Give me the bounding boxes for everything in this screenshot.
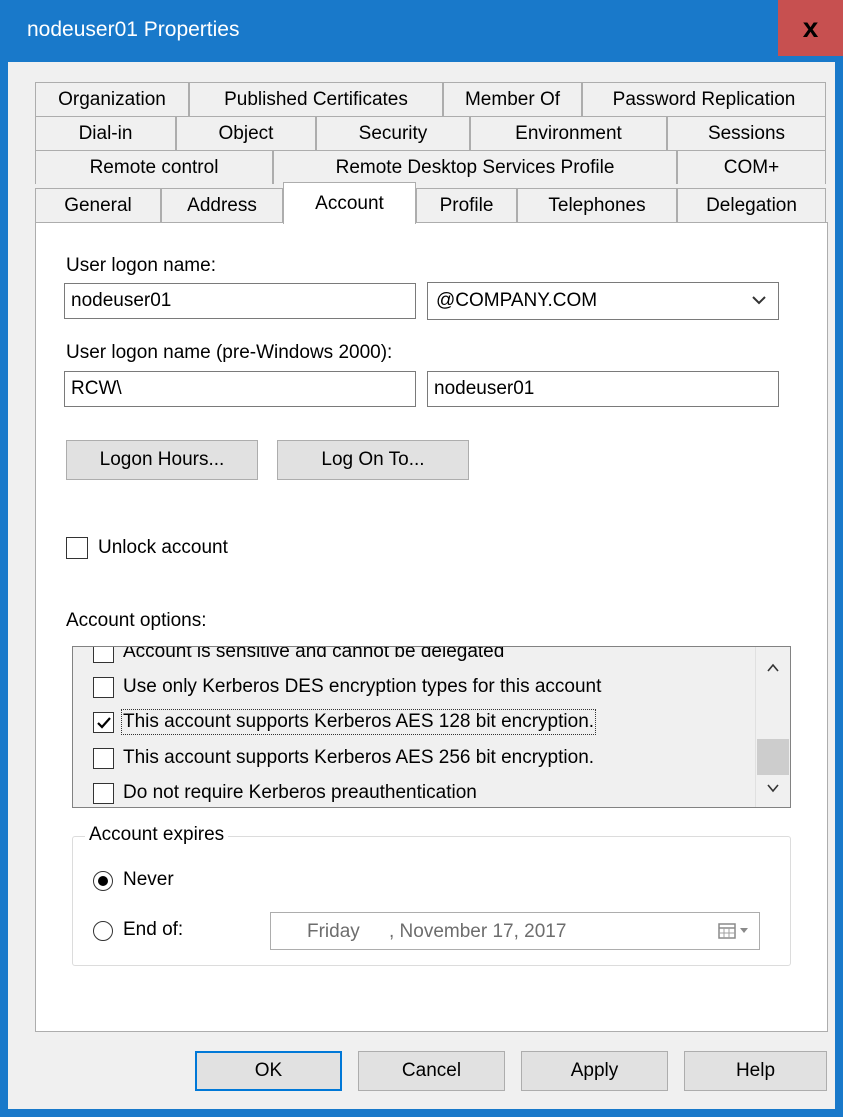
log-on-to-button[interactable]: Log On To... [277, 440, 469, 480]
account-options-label: Account options: [66, 610, 207, 631]
expiry-day: Friday [307, 921, 360, 942]
tab-account[interactable]: Account [283, 182, 416, 224]
account-option-label: This account supports Kerberos AES 128 b… [120, 709, 597, 735]
account-option-label: Use only Kerberos DES encryption types f… [123, 676, 602, 697]
never-label: Never [123, 869, 174, 890]
scrollbar-thumb[interactable] [757, 739, 789, 775]
account-option-label: This account supports Kerberos AES 256 b… [123, 747, 595, 768]
account-option-checkbox[interactable] [93, 647, 114, 663]
scroll-down-button[interactable] [756, 771, 790, 805]
chevron-down-icon [752, 296, 766, 305]
title-bar: nodeuser01 Properties x [0, 0, 843, 62]
tab-member-of[interactable]: Member Of [443, 82, 582, 116]
tab-telephones[interactable]: Telephones [517, 188, 677, 222]
upn-suffix-value: @COMPANY.COM [436, 290, 598, 311]
radio-selected-dot [98, 876, 108, 886]
tab-security[interactable]: Security [316, 116, 470, 150]
tab-address[interactable]: Address [161, 188, 283, 222]
close-icon: x [802, 12, 819, 43]
account-option-row[interactable]: Use only Kerberos DES encryption types f… [73, 672, 743, 704]
logon-name-label: User logon name: [66, 255, 216, 276]
dialog-client: Organization Published Certificates Memb… [8, 62, 835, 1109]
upn-suffix-dropdown[interactable]: @COMPANY.COM [427, 282, 779, 320]
help-button[interactable]: Help [684, 1051, 827, 1091]
unlock-account-checkbox[interactable] [66, 537, 88, 559]
chevron-up-icon [767, 663, 779, 672]
expiry-date-picker[interactable]: Friday , November 17, 2017 [270, 912, 760, 950]
tab-organization[interactable]: Organization [35, 82, 189, 116]
tab-environment[interactable]: Environment [470, 116, 667, 150]
logon-name-input[interactable] [64, 283, 416, 319]
tab-remote-desktop-services-profile[interactable]: Remote Desktop Services Profile [273, 150, 677, 184]
window-title: nodeuser01 Properties [27, 18, 240, 41]
account-option-row[interactable]: Do not require Kerberos preauthenticatio… [73, 778, 743, 807]
tab-password-replication[interactable]: Password Replication [582, 82, 826, 116]
close-button[interactable]: x [778, 0, 843, 56]
account-option-checkbox[interactable] [93, 783, 114, 804]
tab-profile[interactable]: Profile [416, 188, 517, 222]
account-option-row[interactable]: Account is sensitive and cannot be deleg… [73, 646, 743, 669]
chevron-down-icon [767, 784, 779, 793]
account-option-row[interactable]: This account supports Kerberos AES 128 b… [73, 707, 743, 739]
account-option-checkbox[interactable] [93, 748, 114, 769]
account-option-checkbox[interactable] [93, 712, 114, 733]
scroll-up-button[interactable] [756, 651, 790, 685]
account-options-list[interactable]: Account is sensitive and cannot be deleg… [72, 646, 791, 808]
tab-com-plus[interactable]: COM+ [677, 150, 826, 184]
tab-delegation[interactable]: Delegation [677, 188, 826, 222]
checkmark-icon [96, 716, 111, 729]
tab-object[interactable]: Object [176, 116, 316, 150]
logon-hours-button[interactable]: Logon Hours... [66, 440, 258, 480]
account-tab-panel: User logon name: @COMPANY.COM User logon… [35, 222, 828, 1032]
end-of-radio[interactable] [93, 921, 113, 941]
cancel-button[interactable]: Cancel [358, 1051, 505, 1091]
account-option-label: Do not require Kerberos preauthenticatio… [123, 782, 477, 803]
pre2000-label: User logon name (pre-Windows 2000): [66, 342, 393, 363]
apply-button[interactable]: Apply [521, 1051, 668, 1091]
account-option-checkbox[interactable] [93, 677, 114, 698]
tab-published-certificates[interactable]: Published Certificates [189, 82, 443, 116]
options-scrollbar[interactable] [755, 647, 790, 807]
tab-general[interactable]: General [35, 188, 161, 222]
account-option-row[interactable]: This account supports Kerberos AES 256 b… [73, 743, 743, 775]
pre2000-user-input[interactable] [427, 371, 779, 407]
account-option-label: Account is sensitive and cannot be deleg… [123, 646, 505, 662]
ok-button[interactable]: OK [195, 1051, 342, 1091]
unlock-account-label: Unlock account [98, 537, 228, 558]
pre2000-domain-input [64, 371, 416, 407]
account-expires-group: Account expires Never End of: Friday , N… [72, 824, 791, 966]
tab-remote-control[interactable]: Remote control [35, 150, 273, 184]
expiry-date: , November 17, 2017 [389, 921, 567, 942]
tab-strip: Organization Published Certificates Memb… [8, 62, 835, 224]
calendar-dropdown-icon[interactable] [717, 921, 751, 941]
end-of-label: End of: [123, 919, 184, 940]
never-radio[interactable] [93, 871, 113, 891]
tab-sessions[interactable]: Sessions [667, 116, 826, 150]
tab-dial-in[interactable]: Dial-in [35, 116, 176, 150]
account-expires-legend: Account expires [85, 824, 229, 846]
